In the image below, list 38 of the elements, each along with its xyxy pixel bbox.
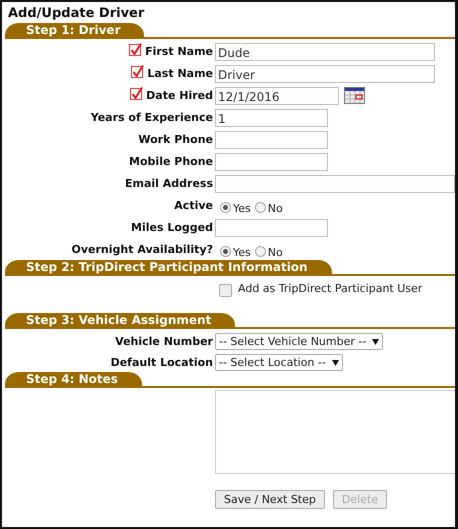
field-label: Vehicle Number <box>115 334 213 348</box>
page-title: Add/Update Driver <box>7 6 146 22</box>
field-label: Last Name <box>147 66 213 80</box>
field-label: Default Location <box>110 355 213 369</box>
field-label: Overnight Availability? <box>72 242 213 256</box>
select-field[interactable]: -- Select Vehicle Number -- <box>215 333 384 350</box>
checkbox-label: Add as TripDirect Participant User <box>238 282 422 295</box>
radio-button[interactable] <box>254 202 266 212</box>
radio-button[interactable] <box>220 246 231 256</box>
field-label: First Name <box>145 44 213 58</box>
checkbox[interactable] <box>219 284 232 297</box>
radio-label: Yes <box>233 245 251 259</box>
radio-label: No <box>268 201 283 215</box>
select-field[interactable]: -- Select Location -- <box>215 354 343 371</box>
text-field[interactable] <box>215 175 455 193</box>
caret-icon <box>372 338 380 344</box>
calendar-icon[interactable] <box>344 87 365 104</box>
caret-icon <box>332 360 339 366</box>
radio-button[interactable] <box>220 202 231 212</box>
radio-button[interactable] <box>254 246 266 256</box>
radio-label: Yes <box>233 201 251 215</box>
text-field[interactable] <box>215 131 328 149</box>
field-label: Email Address <box>124 176 213 190</box>
field-label: Years of Experience <box>90 110 213 124</box>
text-field[interactable]: Dude <box>215 43 435 61</box>
field-label: Work Phone <box>138 132 213 146</box>
field-label: Date Hired <box>146 88 213 102</box>
radio-label: No <box>268 245 283 259</box>
form-button[interactable]: Save / Next Step <box>215 490 325 509</box>
text-field[interactable]: Driver <box>215 65 435 83</box>
text-field[interactable]: 1 <box>215 109 328 127</box>
date-field[interactable]: 12/1/2016 <box>215 87 339 105</box>
text-field[interactable] <box>215 219 328 237</box>
text-field[interactable] <box>215 153 328 171</box>
notes-field[interactable] <box>215 390 455 474</box>
field-label: Mobile Phone <box>129 154 213 168</box>
field-label: Miles Logged <box>131 220 213 234</box>
field-label: Active <box>174 198 213 212</box>
